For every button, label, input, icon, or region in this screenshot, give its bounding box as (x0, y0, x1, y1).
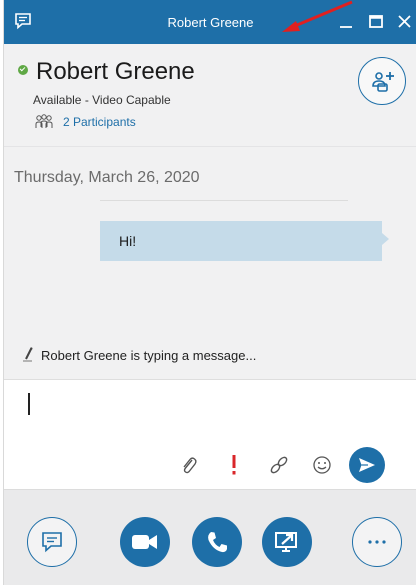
emoji-icon (313, 456, 331, 474)
participants-label[interactable]: 2 Participants (63, 115, 136, 129)
header-divider (4, 146, 416, 147)
attach-button[interactable] (176, 452, 202, 478)
chat-button[interactable] (27, 517, 77, 567)
typing-indicator-text: Robert Greene is typing a message... (41, 347, 257, 363)
share-content-button[interactable] (262, 517, 312, 567)
participants-icon (35, 114, 53, 128)
phone-icon (208, 532, 227, 553)
add-people-icon (372, 72, 394, 92)
more-options-button[interactable] (352, 517, 402, 567)
chat-icon (42, 532, 62, 553)
participants-link[interactable]: 2 Participants (34, 114, 136, 130)
contact-status: Available - Video Capable (33, 93, 171, 107)
more-options-icon (368, 540, 386, 544)
date-divider (100, 200, 348, 201)
exclamation-icon (232, 455, 236, 475)
send-button[interactable] (349, 447, 385, 483)
send-icon (359, 458, 375, 472)
high-importance-button[interactable] (221, 452, 247, 478)
video-icon (132, 535, 157, 549)
conversation-window: Robert Greene Robert Greene Available - … (3, 0, 416, 585)
video-call-button[interactable] (120, 517, 170, 567)
annotation-arrow-icon (282, 0, 353, 32)
pencil-icon (23, 347, 33, 362)
date-header: Thursday, March 26, 2020 (14, 169, 200, 186)
conversation-header: Robert Greene Available - Video Capable … (4, 44, 416, 146)
message-input[interactable] (28, 393, 30, 415)
share-screen-icon (275, 532, 297, 552)
paperclip-icon (183, 457, 197, 474)
add-people-button[interactable] (358, 57, 406, 105)
close-icon[interactable] (396, 12, 416, 32)
typing-indicator: Robert Greene is typing a message... (20, 347, 256, 363)
maximize-icon[interactable] (367, 12, 387, 32)
compose-area[interactable] (4, 379, 416, 489)
contact-name[interactable]: Robert Greene (36, 58, 195, 86)
audio-call-button[interactable] (192, 517, 242, 567)
insert-link-button[interactable] (266, 452, 292, 478)
link-icon (270, 456, 288, 474)
title-bar: Robert Greene (4, 0, 416, 44)
bottom-action-bar (4, 489, 416, 585)
presence-indicator-icon (18, 65, 28, 75)
message-bubble[interactable]: Hi! (100, 221, 389, 261)
emoticon-button[interactable] (309, 452, 335, 478)
